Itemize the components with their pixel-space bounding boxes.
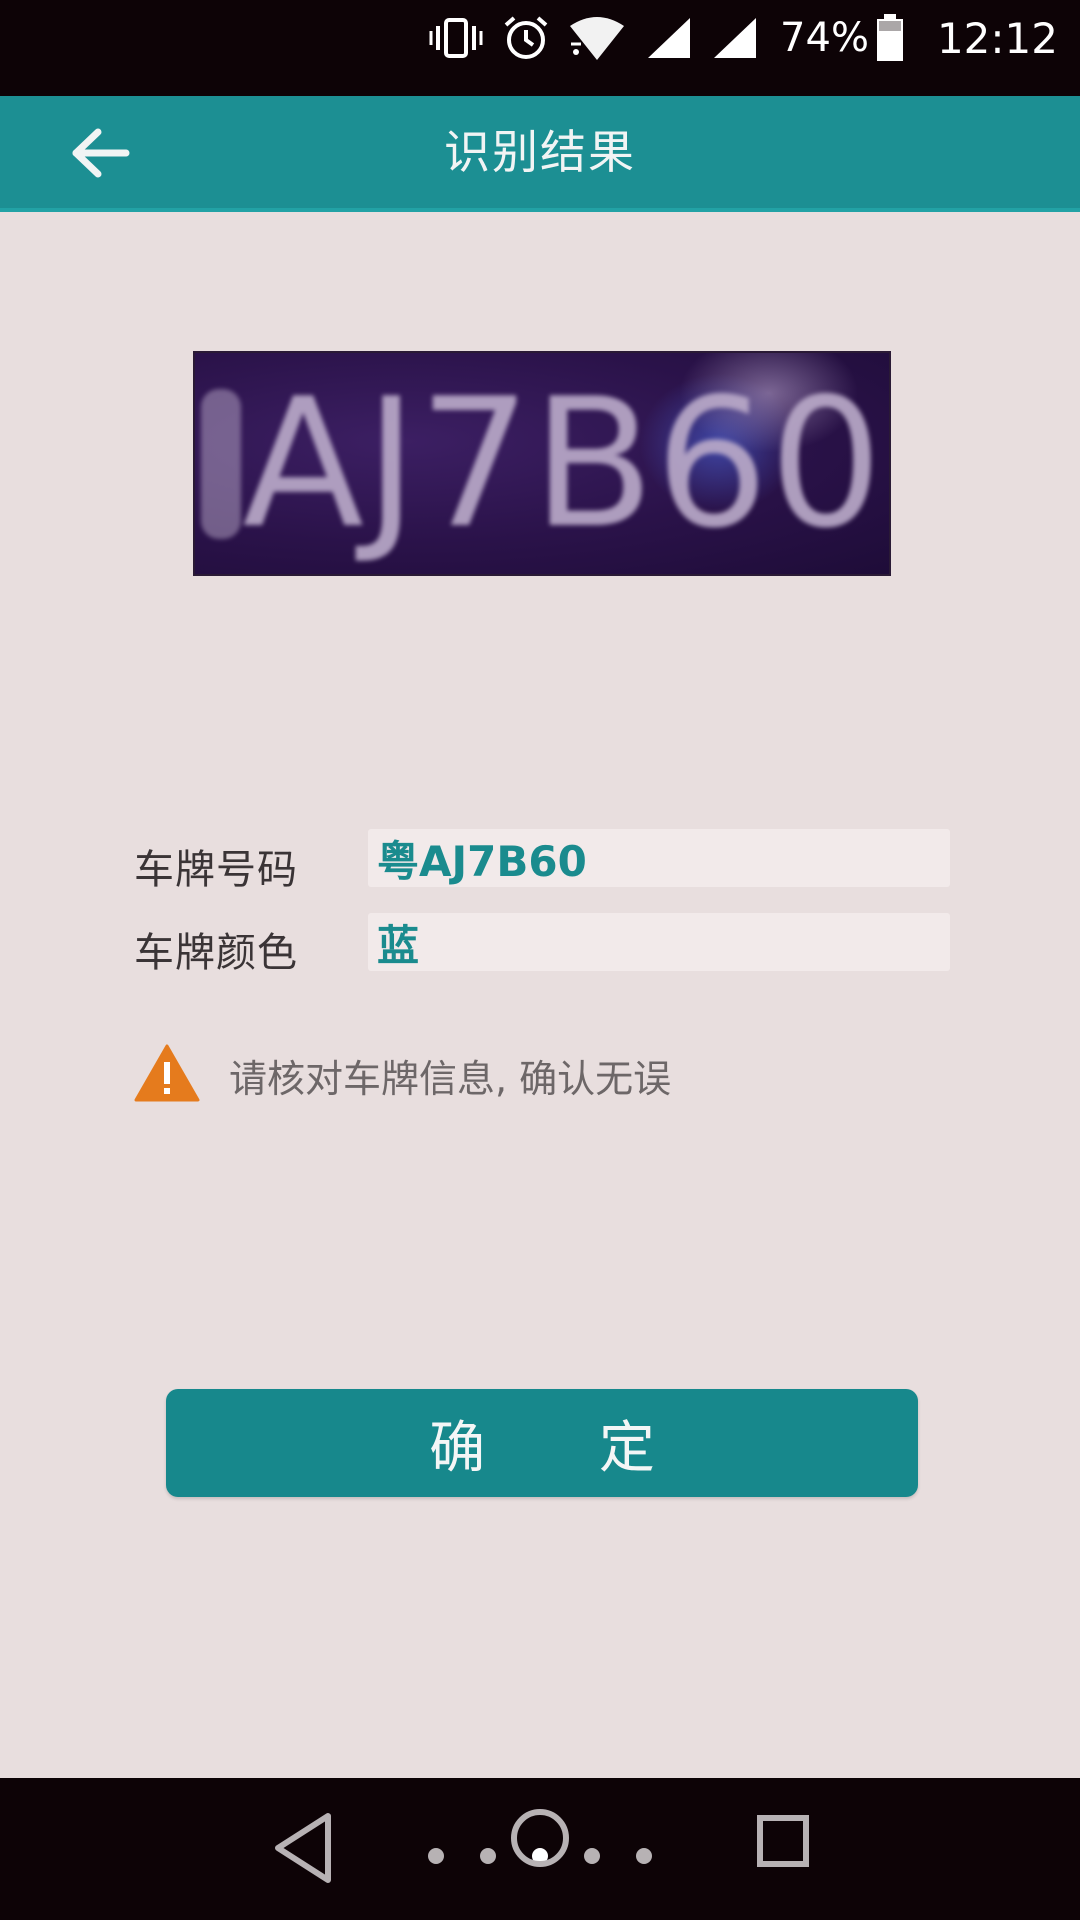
screen: 74% 12:12 识别结果 AJ7B60 车牌号码 粤AJ7B60 车牌颜色 … (0, 0, 1080, 1920)
alarm-icon (504, 16, 548, 59)
page-dot (584, 1848, 600, 1864)
page-dot (428, 1848, 444, 1864)
plate-number-field[interactable]: 粤AJ7B60 (368, 829, 950, 887)
back-arrow-icon (72, 128, 130, 178)
plate-photo-char: B (532, 360, 655, 567)
notice-text: 请核对车牌信息, 确认无误 (229, 1057, 672, 1101)
signal-icon (648, 18, 691, 58)
plate-number-label: 车牌号码 (134, 847, 298, 893)
nav-home-icon[interactable] (510, 1808, 570, 1868)
battery-icon (876, 14, 903, 61)
plate-photo-char: 0 (769, 360, 883, 567)
nav-bar (0, 1778, 1080, 1920)
status-icons: 74% 12:12 (410, 0, 1058, 76)
vibrate-icon (429, 18, 483, 58)
plate-photo-chars: AJ7B60 (195, 353, 889, 574)
signal-icon (714, 18, 757, 58)
plate-color-field[interactable]: 蓝 (368, 913, 950, 971)
page-dot (480, 1848, 496, 1864)
content: AJ7B60 车牌号码 粤AJ7B60 车牌颜色 蓝 请核对车牌信息, 确认无误… (0, 212, 1080, 1778)
plate-photo: AJ7B60 (193, 351, 891, 576)
battery-percent: 74% (780, 15, 869, 61)
plate-color-label: 车牌颜色 (134, 930, 298, 976)
clock: 12:12 (936, 13, 1058, 63)
app-bar: 识别结果 (0, 96, 1080, 212)
plate-photo-char: J (364, 360, 418, 567)
page-dot (636, 1848, 652, 1864)
plate-photo-char: 6 (655, 360, 769, 567)
nav-back-icon[interactable] (270, 1810, 336, 1886)
plate-photo-char: A (242, 360, 365, 567)
warning-icon (134, 1044, 200, 1102)
plate-photo-char: 7 (418, 360, 532, 567)
status-bar: 74% 12:12 (0, 0, 1080, 96)
page-title: 识别结果 (444, 125, 636, 179)
nav-recents-icon[interactable] (756, 1814, 810, 1868)
plate-photo-char (201, 388, 242, 539)
back-button[interactable] (60, 118, 140, 188)
wifi-icon (570, 17, 625, 60)
confirm-button[interactable]: 确 定 (166, 1389, 918, 1497)
